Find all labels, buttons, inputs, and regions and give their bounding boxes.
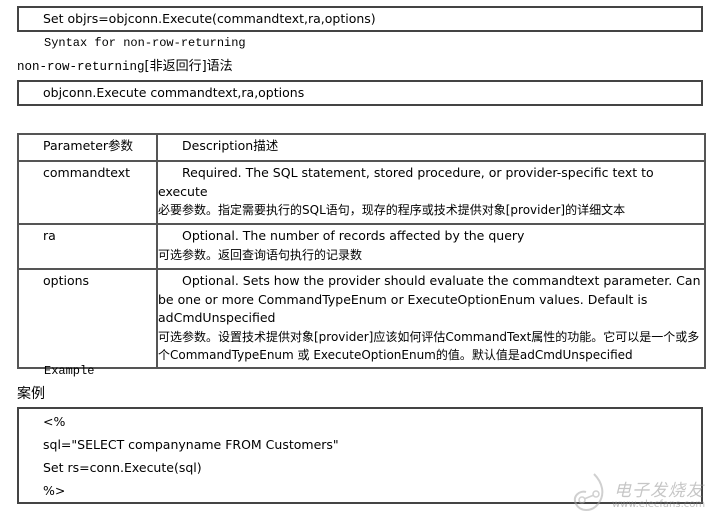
param-desc-cn: 可选参数。返回查询语句执行的记录数 (158, 247, 363, 262)
param-description: Optional. Sets how the provider should e… (156, 268, 706, 369)
table-row: ra Optional. The number of records affec… (17, 223, 706, 270)
header-description-text: Description描述 (182, 138, 279, 153)
param-desc-en: Optional. Sets how the provider should e… (182, 273, 701, 288)
syntax-code-box: Set objrs=objconn.Execute(commandtext,ra… (17, 6, 703, 32)
param-name: ra (17, 223, 158, 270)
table-row: commandtext Required. The SQL statement,… (17, 160, 706, 225)
syntax-non-row-label: Syntax for non-row-returning (44, 36, 246, 50)
code-line: sql="SELECT companyname FROM Customers" (43, 437, 339, 452)
elecfans-logo-icon (574, 473, 604, 511)
non-row-code-box: objconn.Execute commandtext,ra,options (17, 80, 703, 106)
example-label-cn: 案例 (17, 386, 45, 402)
example-label: Example (44, 364, 95, 378)
non-row-code-line: objconn.Execute commandtext,ra,options (43, 85, 305, 100)
watermark-url: www.elecfans.com (612, 499, 706, 510)
syntax-non-row-heading: non-row-returning[非返回行]语法 (17, 55, 233, 74)
table-header-row: Parameter参数 Description描述 (17, 133, 706, 162)
param-name: commandtext (17, 160, 158, 225)
header-description: Description描述 (156, 133, 706, 162)
watermark-brand: 电子发烧友 (614, 481, 704, 501)
param-desc-en-cont: be one or more CommandTypeEnum or Execut… (158, 291, 648, 326)
syntax-non-row-heading-cn: [非返回行]语法 (144, 59, 233, 74)
param-desc-cn: 必要参数。指定需要执行的SQL语句，现存的程序或技术提供对象[provider]… (158, 203, 626, 217)
param-description: Required. The SQL statement, stored proc… (156, 160, 706, 225)
param-desc-en: Required. The SQL statement, stored proc… (182, 165, 654, 180)
syntax-non-row-heading-en: non-row-returning (17, 60, 145, 74)
header-parameter: Parameter参数 (17, 133, 158, 162)
param-desc-en: Optional. The number of records affected… (182, 228, 525, 243)
param-desc-en-cont: execute (158, 183, 208, 199)
parameters-table: Parameter参数 Description描述 commandtext Re… (17, 133, 706, 369)
code-line: <% (43, 414, 66, 429)
syntax-code-line: Set objrs=objconn.Execute(commandtext,ra… (43, 11, 376, 26)
table-row: options Optional. Sets how the provider … (17, 268, 706, 369)
watermark: 电子发烧友 www.elecfans.com (572, 470, 719, 518)
param-description: Optional. The number of records affected… (156, 223, 706, 270)
param-name: options (17, 268, 158, 369)
param-desc-cn: 可选参数。设置技术提供对象[provider]应该如何评估CommandText… (158, 329, 700, 363)
